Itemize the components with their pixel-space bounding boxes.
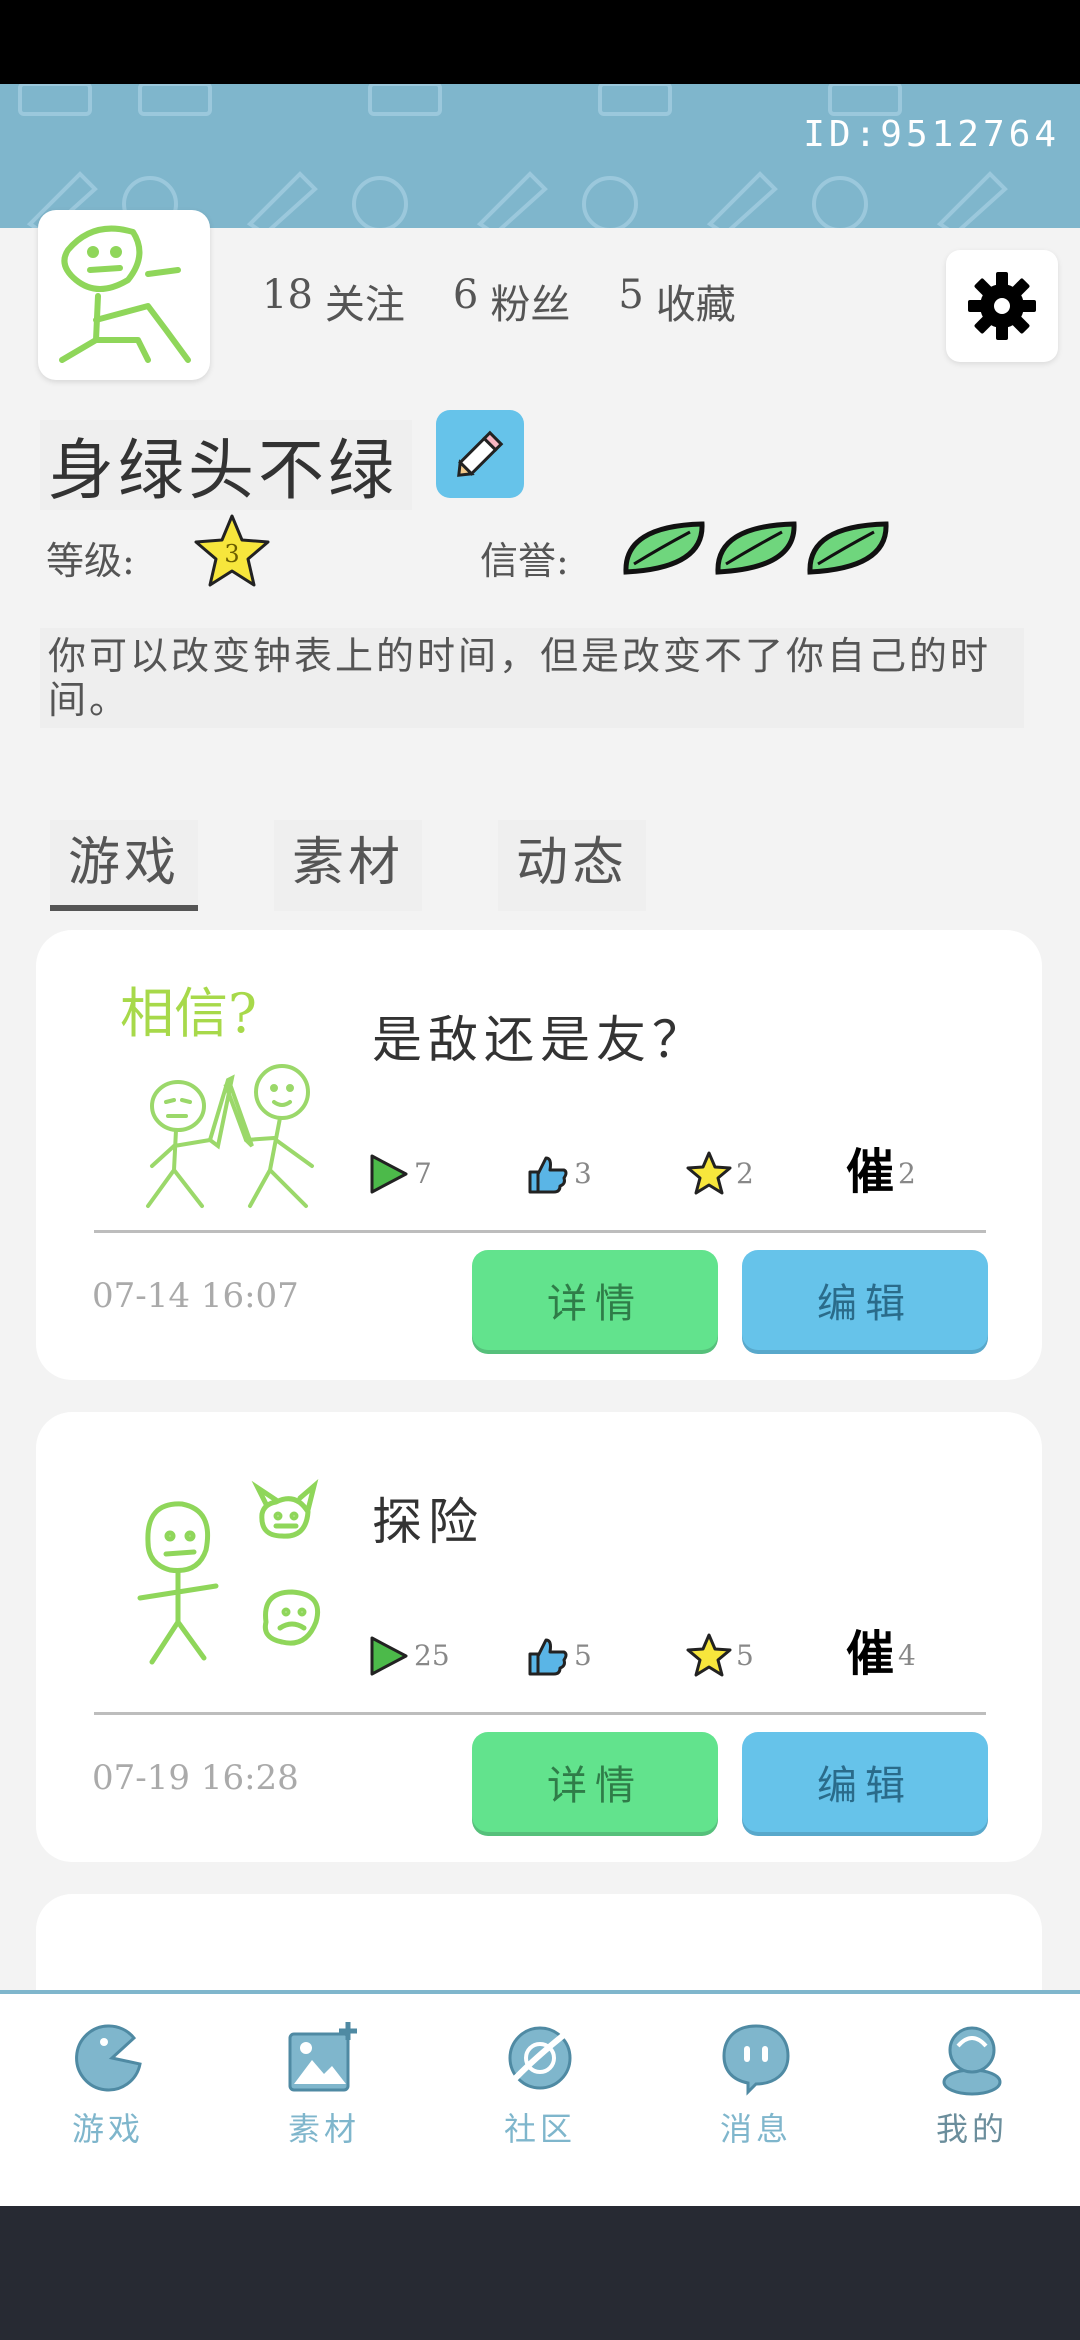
plays-metric: 7: [366, 1148, 526, 1196]
planet-icon: [507, 2026, 572, 2090]
user-id: ID:9512764: [803, 114, 1060, 155]
image-add-icon: [288, 2022, 357, 2092]
play-icon: [370, 1154, 408, 1194]
urge-icon: 催: [846, 1626, 895, 1682]
game-card[interactable]: 探险 25 5 5 催 4 07-19 16:28 详情 编辑: [36, 1412, 1042, 1862]
favorites-label: 收藏: [655, 282, 736, 328]
nav-item-messages[interactable]: 消息: [648, 1994, 864, 2206]
bottom-nav: 游戏 素材 社区 消息 我的: [0, 1990, 1080, 2206]
username: 身绿头不绿: [48, 432, 398, 509]
avatar-doodle: [59, 225, 191, 363]
game-metrics: 7 3 2 催 2: [366, 1148, 1006, 1196]
follow-stats: 18 关注 6 粉丝 5 收藏: [262, 272, 736, 330]
game-metrics: 25 5 5 催 4: [366, 1630, 1006, 1678]
level-label: 等级:: [46, 539, 135, 583]
plays-count: 25: [414, 1639, 450, 1672]
tab-activity[interactable]: 动态: [498, 820, 647, 911]
favorites-count: 5: [618, 272, 644, 318]
likes-count: 5: [574, 1639, 592, 1672]
card-divider: [94, 1230, 986, 1233]
profile-icon: [942, 2026, 1002, 2096]
nav-item-games[interactable]: 游戏: [0, 1994, 216, 2206]
reputation-leaves: [620, 518, 890, 578]
message-icon: [722, 2024, 790, 2096]
plays-metric: 25: [366, 1630, 526, 1678]
level-star-icon: 3: [194, 514, 270, 587]
urge-metric: 催 2: [846, 1148, 1006, 1196]
favorites-count: 5: [736, 1639, 754, 1672]
edit-name-button[interactable]: [436, 410, 524, 498]
gear-icon: [968, 272, 1036, 340]
detail-button[interactable]: 详情: [472, 1250, 718, 1350]
star-icon: [686, 1633, 732, 1677]
leaf-icon: [807, 521, 889, 575]
following-stat[interactable]: 18 关注: [262, 272, 405, 330]
tab-games[interactable]: 游戏: [50, 820, 199, 911]
thumbs-up-icon: [528, 1638, 568, 1676]
level-value: 3: [224, 540, 239, 568]
status-bar: [0, 0, 1080, 84]
urge-icon: 催: [846, 1144, 895, 1200]
nav-label-games: 游戏: [71, 2110, 144, 2148]
system-navigation-bar: [0, 2206, 1080, 2340]
profile-bio: 你可以改变钟表上的时间，但是改变不了你自己的时间。: [40, 628, 1024, 728]
game-date: 07-14 16:07: [92, 1276, 299, 1316]
nav-label-messages: 消息: [719, 2110, 792, 2148]
star-icon: [686, 1151, 732, 1195]
game-thumbnail: [137, 1478, 320, 1665]
pencil-icon: [457, 430, 504, 477]
detail-button[interactable]: 详情: [472, 1732, 718, 1832]
nav-item-materials[interactable]: 素材: [216, 1994, 432, 2206]
username-box: 身绿头不绿: [40, 420, 412, 510]
followers-count: 6: [452, 272, 479, 318]
game-title: 是敌还是友？: [372, 1011, 708, 1069]
profile-tabs: 游戏 素材 动态: [50, 820, 647, 911]
plays-count: 7: [414, 1157, 432, 1190]
favorites-stat[interactable]: 5 收藏: [618, 272, 735, 330]
nav-item-profile[interactable]: 我的: [864, 1994, 1080, 2206]
game-thumbnail: 相信?: [120, 982, 314, 1208]
following-count: 18: [262, 272, 313, 318]
leaf-icon: [715, 521, 797, 575]
likes-count: 3: [574, 1157, 592, 1190]
likes-metric: 3: [526, 1148, 686, 1196]
game-icon: [75, 2024, 142, 2092]
card-divider: [94, 1712, 986, 1715]
edit-button[interactable]: 编辑: [742, 1250, 988, 1350]
tab-materials[interactable]: 素材: [274, 820, 423, 911]
following-label: 关注: [324, 282, 405, 328]
urge-count: 4: [898, 1639, 916, 1672]
urge-count: 2: [898, 1157, 916, 1190]
game-card[interactable]: 相信? 是敌还是友？ 7 3 2 催 2 07-14 16:07 详情 编辑: [36, 930, 1042, 1380]
leaf-icon: [623, 521, 705, 575]
likes-metric: 5: [526, 1630, 686, 1678]
favorites-metric: 5: [686, 1630, 846, 1678]
nav-label-profile: 我的: [935, 2110, 1008, 2148]
nav-item-community[interactable]: 社区: [432, 1994, 648, 2206]
followers-stat[interactable]: 6 粉丝: [453, 272, 570, 330]
play-icon: [370, 1636, 408, 1676]
profile-banner: ID:9512764: [0, 84, 1080, 228]
favorites-count: 2: [736, 1157, 754, 1190]
avatar[interactable]: [38, 210, 210, 380]
banner-pattern: [18, 84, 1008, 228]
nav-label-materials: 素材: [287, 2110, 360, 2148]
thumbnail-caption: 相信?: [120, 982, 257, 1045]
game-date: 07-19 16:28: [92, 1758, 299, 1798]
reputation-label: 信誉:: [480, 539, 569, 583]
settings-button[interactable]: [946, 250, 1058, 362]
nav-label-community: 社区: [503, 2110, 576, 2148]
game-title: 探险: [372, 1493, 484, 1551]
followers-label: 粉丝: [490, 282, 571, 328]
favorites-metric: 2: [686, 1148, 846, 1196]
thumbs-up-icon: [528, 1156, 568, 1194]
urge-metric: 催 4: [846, 1630, 1006, 1678]
edit-button[interactable]: 编辑: [742, 1732, 988, 1832]
